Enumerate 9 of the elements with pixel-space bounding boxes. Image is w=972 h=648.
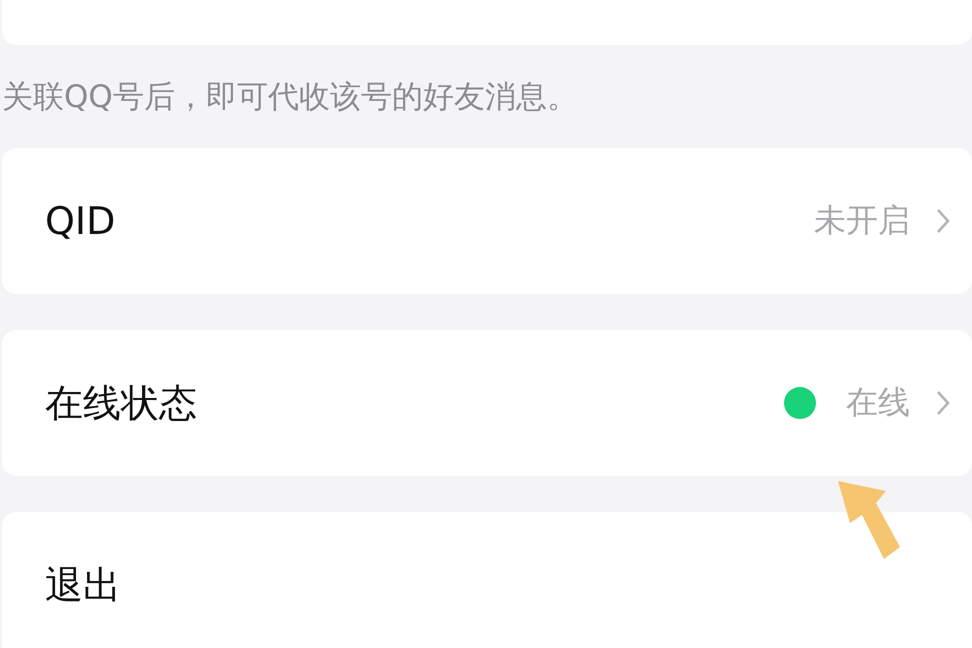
settings-row[interactable]: QID 未开启 xyxy=(2,148,972,294)
row-label: QID xyxy=(45,199,116,243)
row-label: 退出 xyxy=(45,562,121,608)
settings-row[interactable]: 退出 xyxy=(2,512,972,648)
row-value: 未开启 xyxy=(814,200,910,241)
row-label: 在线状态 xyxy=(45,380,197,426)
hint-text: 关联QQ号后，即可代收该号的好友消息。 xyxy=(2,78,578,116)
row-value: 在线 xyxy=(846,382,910,423)
settings-row[interactable]: 在线状态 在线 xyxy=(2,330,972,476)
